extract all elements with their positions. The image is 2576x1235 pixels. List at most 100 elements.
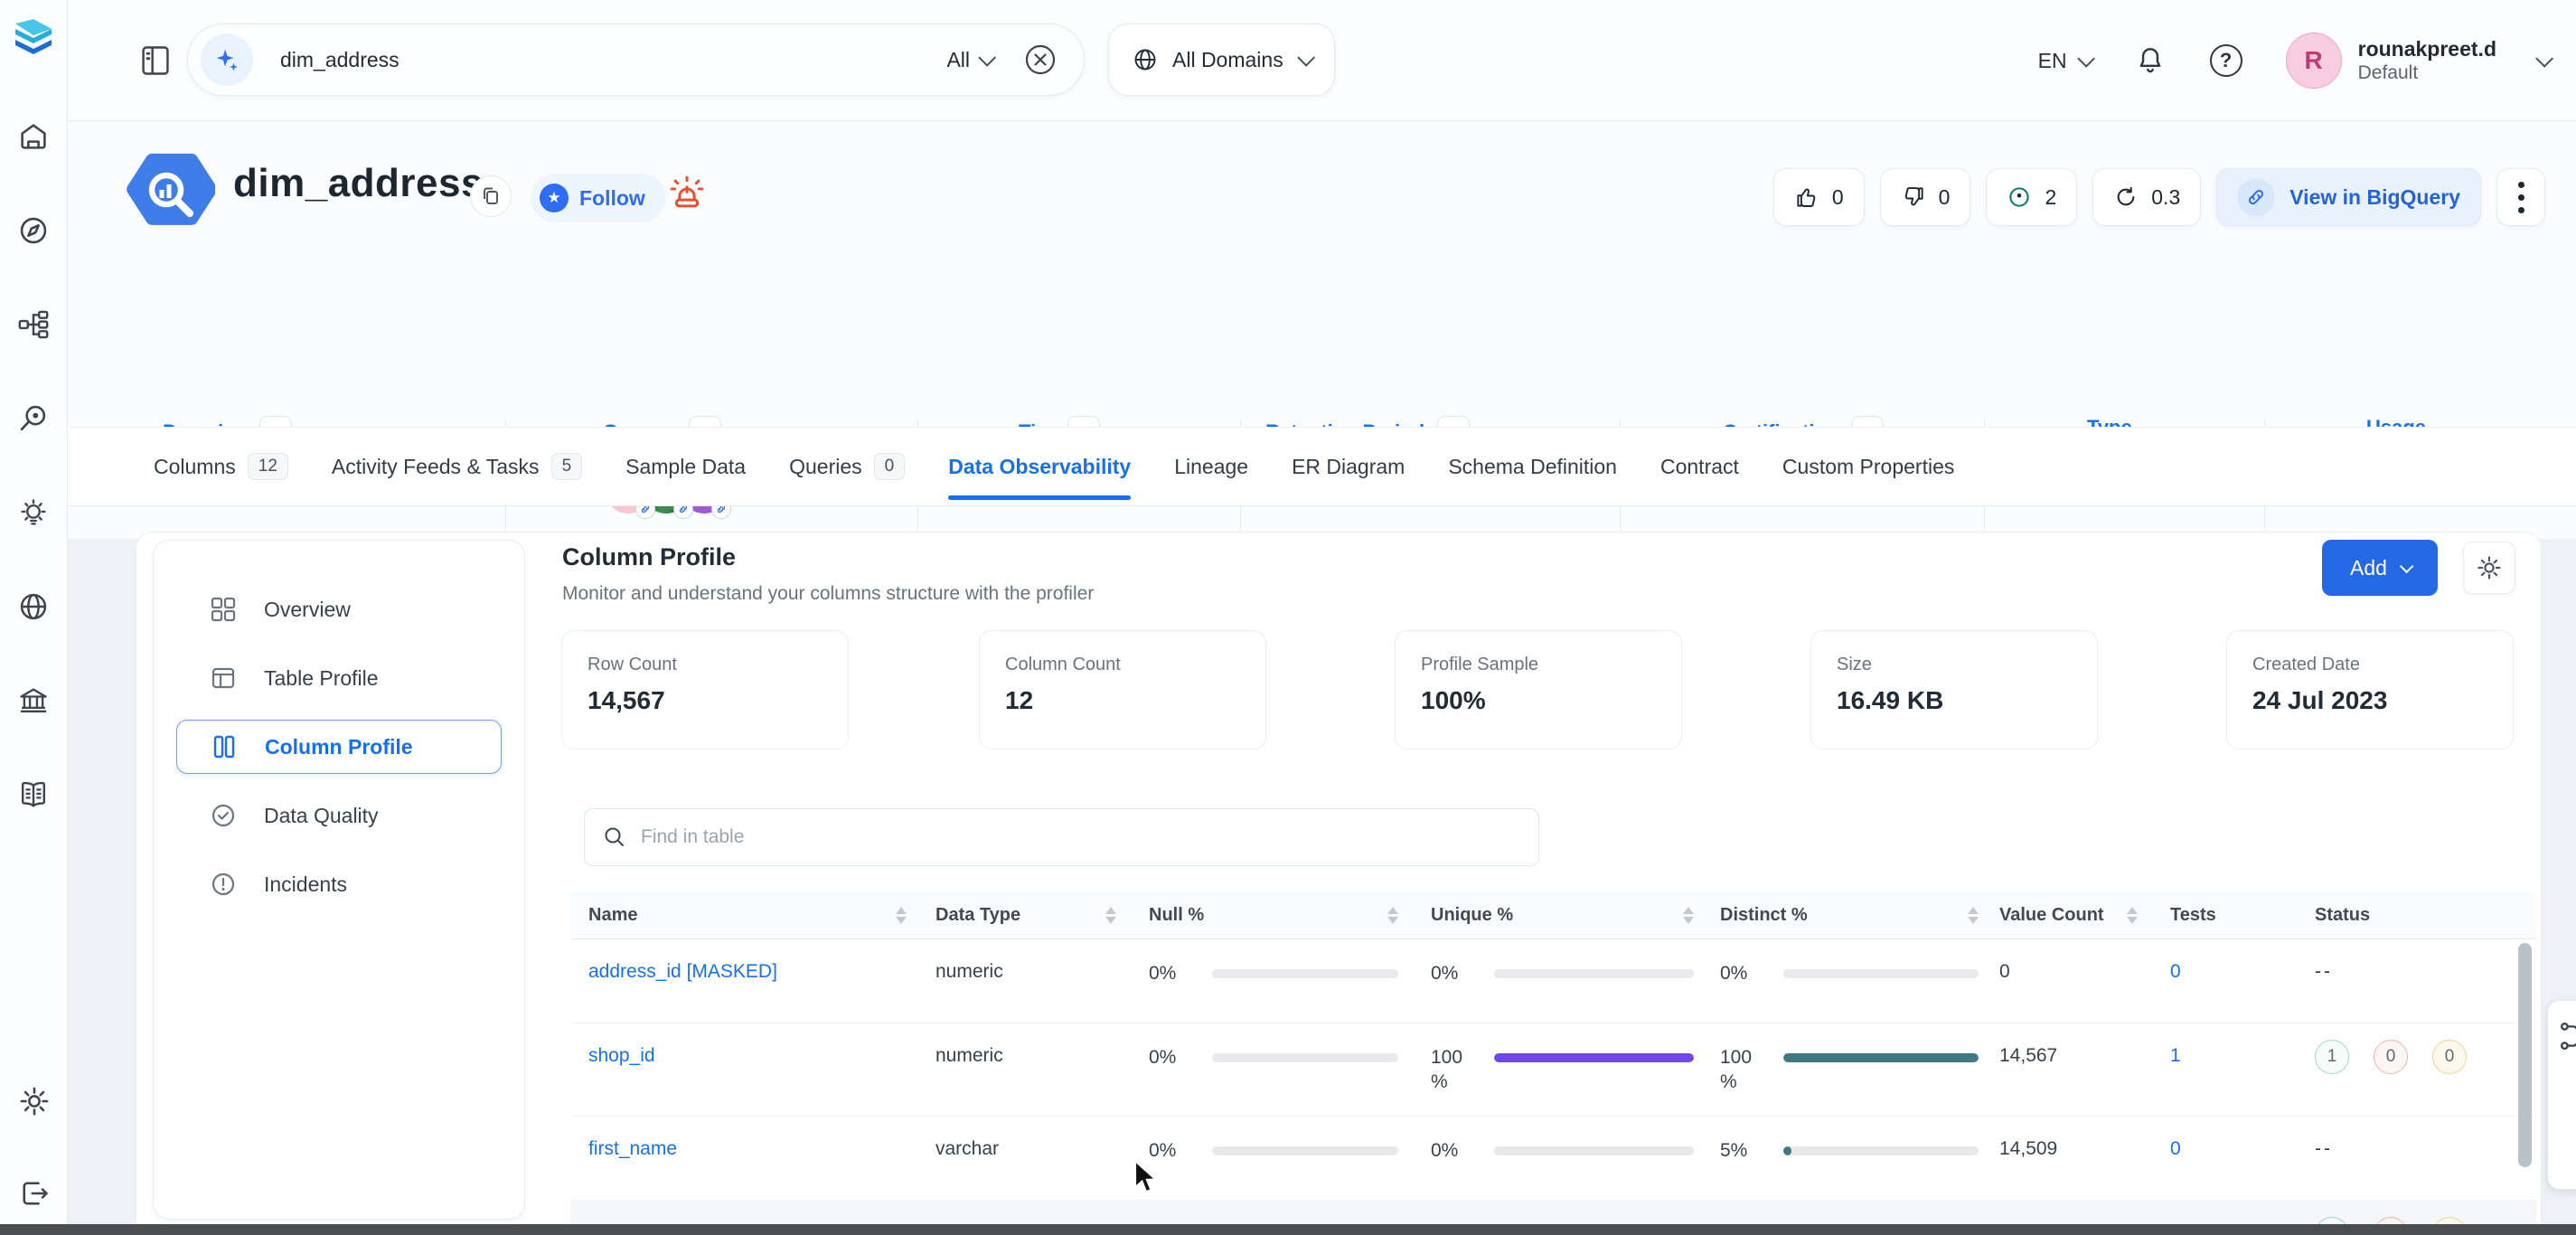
user-name: rounakpreet.d	[2358, 36, 2496, 62]
govern-bank-icon[interactable]	[17, 684, 50, 717]
search-query[interactable]: dim_address	[280, 48, 400, 72]
value-count: 0	[1989, 961, 2161, 983]
table-row-shop-id[interactable]: shop_idnumeric0%100 %100 %14,5671100	[570, 1023, 2536, 1117]
language-selector[interactable]: EN	[2038, 49, 2091, 73]
table-row-address-id-masked[interactable]: address_id [MASKED]numeric0%0%0%00--	[570, 939, 2536, 1023]
profiler-nav-data-quality[interactable]: Data Quality	[154, 781, 524, 850]
user-menu[interactable]: R rounakpreet.d Default	[2286, 33, 2549, 89]
profiler-nav-column-profile[interactable]: Column Profile	[176, 720, 502, 774]
metric-cell: 100 %	[1705, 1045, 1989, 1094]
vertical-scrollbar[interactable]	[2518, 943, 2532, 1167]
copy-name-icon[interactable]	[470, 175, 512, 217]
tab-sample-data[interactable]: Sample Data	[625, 428, 746, 505]
status-cell: --	[2306, 1138, 2536, 1160]
profiler-nav-incidents[interactable]: Incidents	[154, 850, 524, 919]
profiler-settings-icon[interactable]	[2463, 542, 2515, 594]
mouse-cursor	[1132, 1160, 1162, 1196]
profiler-nav-label: Incidents	[264, 872, 347, 897]
insights-search-icon[interactable]	[17, 402, 50, 435]
stat-card-created-date: Created Date24 Jul 2023	[2226, 630, 2514, 749]
entity-header: dim_address ★ Follow 0 0 2 0.3	[68, 121, 2576, 427]
metric-cell: 0%	[1705, 961, 1989, 985]
profiler-nav-label: Overview	[264, 598, 351, 622]
glossary-book-icon[interactable]	[17, 778, 50, 811]
column-name-link[interactable]: first_name	[588, 1138, 677, 1159]
column-header-unique[interactable]: Unique %	[1411, 905, 1705, 926]
column-header-tests: Tests	[2161, 905, 2306, 926]
stat-card-row-count: Row Count14,567	[561, 630, 849, 749]
alerts-bulb-icon[interactable]	[17, 496, 50, 529]
user-avatar: R	[2286, 33, 2342, 89]
sort-icon[interactable]	[1683, 907, 1694, 924]
status-cell: 100	[2306, 1045, 2536, 1074]
table-search[interactable]	[584, 808, 1539, 866]
chevron-down-icon	[2535, 50, 2553, 68]
upvote-button[interactable]: 0	[1773, 168, 1865, 226]
tests-link[interactable]: 0	[2170, 1138, 2181, 1159]
floating-widget[interactable]	[2547, 1000, 2576, 1190]
domains-globe-icon[interactable]	[17, 590, 50, 623]
tab-count-badge: 0	[874, 453, 906, 480]
tab-data-observability[interactable]: Data Observability	[948, 428, 1131, 505]
notifications-bell-icon[interactable]	[2134, 44, 2167, 77]
page-title: dim_address	[233, 161, 484, 206]
search-scope-select[interactable]: All	[946, 48, 992, 72]
add-button[interactable]: Add	[2322, 540, 2438, 596]
status-empty: --	[2315, 961, 2333, 982]
settings-gear-icon[interactable]	[18, 1085, 51, 1117]
user-team: Default	[2358, 61, 2496, 85]
tab-activity-feeds-tasks[interactable]: Activity Feeds & Tasks5	[332, 428, 582, 505]
follow-button[interactable]: ★ Follow	[531, 174, 665, 222]
downvote-button[interactable]: 0	[1880, 168, 1971, 226]
tab-columns[interactable]: Columns12	[154, 428, 288, 505]
tab-lineage[interactable]: Lineage	[1174, 428, 1248, 505]
stat-card-size: Size16.49 KB	[1810, 630, 2098, 749]
help-icon[interactable]: ?	[2210, 44, 2242, 77]
tests-link[interactable]: 1	[2170, 1045, 2181, 1066]
profiler-nav-table-profile[interactable]: Table Profile	[154, 644, 524, 712]
collate-logo-icon[interactable]	[14, 16, 53, 68]
alert-siren-icon[interactable]	[666, 172, 708, 218]
view-in-bigquery-button[interactable]: View in BigQuery	[2216, 168, 2481, 226]
table-row-last-name[interactable]: last_namevarchar1%80%5%14,5091100	[570, 1201, 2536, 1226]
sort-icon[interactable]	[2127, 907, 2138, 924]
profiler-panel: Overview Table Profile Column Profile Data …	[136, 532, 2542, 1226]
tab-contract[interactable]: Contract	[1660, 428, 1739, 505]
sort-icon[interactable]	[1968, 907, 1979, 924]
tab-er-diagram[interactable]: ER Diagram	[1292, 428, 1405, 505]
chevron-down-icon	[978, 49, 996, 67]
column-header-name[interactable]: Name	[570, 905, 930, 926]
column-header-value-count[interactable]: Value Count	[1989, 905, 2161, 926]
table-row-first-name[interactable]: first_namevarchar0%0%5%14,5090--	[570, 1117, 2536, 1201]
explore-compass-icon[interactable]	[17, 214, 50, 247]
metric-cell: 5%	[1705, 1138, 1989, 1163]
section-title: Column Profile	[562, 543, 736, 571]
sort-icon[interactable]	[1105, 907, 1116, 924]
column-header-null[interactable]: Null %	[1140, 905, 1411, 926]
more-menu-button[interactable]	[2496, 168, 2545, 226]
global-search-bar[interactable]: dim_address All	[187, 24, 1085, 96]
tab-queries[interactable]: Queries0	[789, 428, 905, 505]
column-name-link[interactable]: shop_id	[588, 1045, 655, 1066]
sort-icon[interactable]	[1387, 907, 1398, 924]
observability-flow-icon[interactable]	[17, 308, 50, 341]
profiler-nav: Overview Table Profile Column Profile Data …	[153, 540, 525, 1220]
tier-score-button[interactable]: 0.3	[2092, 168, 2201, 226]
columns-icon	[211, 733, 238, 760]
sidebar-toggle-icon[interactable]	[138, 43, 173, 78]
home-icon[interactable]	[17, 120, 50, 153]
target-icon	[2007, 184, 2032, 210]
incident-count-button[interactable]: 2	[1986, 168, 2077, 226]
logout-icon[interactable]	[18, 1177, 51, 1210]
search-clear-icon[interactable]	[1022, 42, 1058, 78]
column-name-link[interactable]: address_id [MASKED]	[588, 961, 777, 982]
column-header-data-type[interactable]: Data Type	[930, 905, 1140, 926]
tests-link[interactable]: 0	[2170, 961, 2181, 982]
column-header-distinct[interactable]: Distinct %	[1705, 905, 1989, 926]
profiler-nav-overview[interactable]: Overview	[154, 575, 524, 644]
tab-schema-definition[interactable]: Schema Definition	[1448, 428, 1617, 505]
tab-custom-properties[interactable]: Custom Properties	[1782, 428, 1954, 505]
sort-icon[interactable]	[896, 907, 907, 924]
domain-selector[interactable]: All Domains	[1108, 24, 1335, 96]
find-in-table-input[interactable]	[641, 826, 1520, 848]
